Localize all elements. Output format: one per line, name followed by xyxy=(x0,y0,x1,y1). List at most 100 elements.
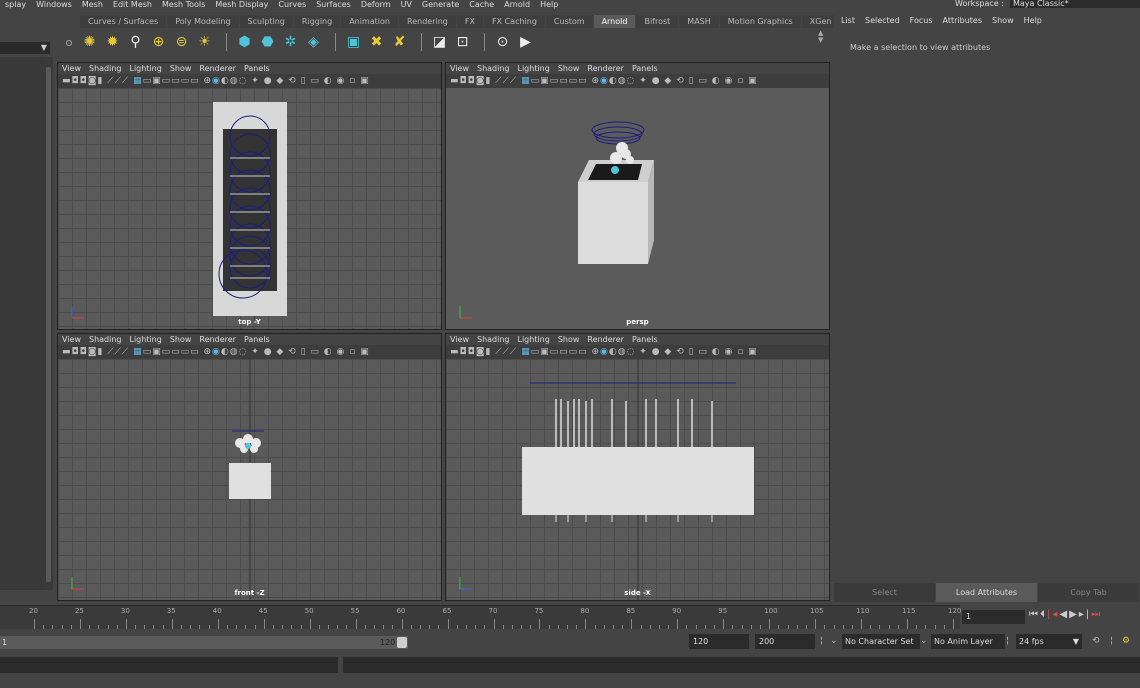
viewport-menu-item[interactable]: Renderer xyxy=(195,63,240,74)
viewport-menu-item[interactable]: Renderer xyxy=(583,334,628,345)
viewport-top[interactable]: View Shading Lighting Show Renderer Panels ▬◘… xyxy=(57,62,442,330)
shelf-tab[interactable]: Custom xyxy=(545,15,593,28)
viewport-toolbar[interactable]: ▬◘◘◙▮ ⟋⟋⟋ ▦▭▣▭▭▭▭ ⊕◉◐◍◌ ✦ ● ◆ ⟲ ▯ ▭ ◐ ◉ … xyxy=(446,74,829,88)
viewport-menu-item[interactable]: Lighting xyxy=(125,334,165,345)
fps-select[interactable]: ▼ 24 fps xyxy=(1016,634,1082,649)
attribute-menu-item[interactable]: List xyxy=(836,14,860,27)
viewport-side[interactable]: View Shading Lighting Show Renderer Panels ▬◘… xyxy=(445,333,830,601)
viewport-front[interactable]: View Shading Lighting Show Renderer Panels ▬◘… xyxy=(57,333,442,601)
menu-item[interactable]: Arnold xyxy=(499,1,535,9)
viewport-menu-item[interactable]: View xyxy=(58,63,85,74)
loop-icon[interactable]: ⟲ xyxy=(1092,634,1100,649)
viewport-canvas[interactable]: top -Y xyxy=(58,88,441,329)
attribute-menu-item[interactable]: Show xyxy=(987,14,1019,27)
load-attributes-button[interactable]: Load Attributes xyxy=(936,583,1037,602)
viewport-persp[interactable]: View Shading Lighting Show Renderer Panels ▬◘… xyxy=(445,62,830,330)
left-panel-dropdown[interactable]: ▼ xyxy=(0,42,50,54)
playback-end-field[interactable]: 120 xyxy=(689,634,749,649)
shelf-tab[interactable]: Animation xyxy=(341,15,398,28)
shelf-tab[interactable]: Arnold xyxy=(593,15,636,28)
curves-icon[interactable]: ✲ xyxy=(281,33,300,52)
range-slider[interactable] xyxy=(0,636,408,649)
volume-icon[interactable]: ⬣ xyxy=(258,33,277,52)
viewport-canvas[interactable]: persp xyxy=(446,88,829,329)
license-icon[interactable]: ✘ xyxy=(390,33,409,52)
command-line-input[interactable] xyxy=(0,657,338,673)
viewport-menu-item[interactable]: Panels xyxy=(240,334,274,345)
play-render-icon[interactable]: ▶ xyxy=(516,33,535,52)
viewport-menu-item[interactable]: View xyxy=(446,63,473,74)
attribute-menu-item[interactable]: Help xyxy=(1019,14,1047,27)
viewport-menu-item[interactable]: Shading xyxy=(473,334,514,345)
step-back-key-icon[interactable]: ⏴ xyxy=(1040,609,1047,620)
left-panel-list[interactable] xyxy=(0,57,44,590)
menu-item[interactable]: Cache xyxy=(464,1,499,9)
menu-item[interactable]: Mesh Tools xyxy=(157,1,210,9)
menu-item[interactable]: UV xyxy=(396,1,417,9)
menu-item[interactable]: splay xyxy=(0,1,31,9)
viewport-menu-item[interactable]: Show xyxy=(166,334,196,345)
range-slider-handle[interactable] xyxy=(397,637,407,648)
anim-layer-select[interactable]: No Anim Layer xyxy=(931,634,1005,649)
viewport-menu-item[interactable]: Show xyxy=(554,63,584,74)
time-slider[interactable]: 20 25 30 35 40 45 50 55 60 65 70 75 80 85 90 95 100 105 11… xyxy=(0,605,961,629)
go-to-start-icon[interactable]: ⏮ xyxy=(1029,609,1040,620)
animation-end-field[interactable]: 200 xyxy=(755,634,815,649)
workspace-select[interactable]: Maya Classic* xyxy=(1010,0,1140,8)
range-start-field[interactable]: 1 xyxy=(0,636,60,649)
viewport-toolbar[interactable]: ▬◘◘◙▮ ⟋⟋⟋ ▦▭▣▭▭▭▭ ⊕◉◐◍◌ ✦ ● ◆ ⟲ ▯ ▭ ◐ ◉ … xyxy=(58,74,441,88)
viewport-menu-item[interactable]: Renderer xyxy=(583,63,628,74)
viewport-canvas[interactable]: front -Z xyxy=(58,359,441,600)
viewport-menu-item[interactable]: Panels xyxy=(240,63,274,74)
material-icon[interactable]: ◈ xyxy=(304,33,323,52)
shelf-tab[interactable]: FX xyxy=(456,15,483,28)
viewport-menu-item[interactable]: View xyxy=(58,334,85,345)
shelf-tab[interactable]: Rigging xyxy=(293,15,341,28)
character-set-select[interactable]: No Character Set xyxy=(842,634,920,649)
photometric-light-icon[interactable]: ⊕ xyxy=(149,33,168,52)
menu-item[interactable]: Surfaces xyxy=(311,1,356,9)
play-forwards-icon[interactable]: ▶ xyxy=(1069,609,1079,620)
viewport-menu-item[interactable]: Show xyxy=(554,334,584,345)
viewport-menu-item[interactable]: Shading xyxy=(85,63,126,74)
shelf-tab[interactable]: Poly Modeling xyxy=(167,15,239,28)
select-button[interactable]: Select xyxy=(834,583,935,602)
viewport-menu-item[interactable]: Lighting xyxy=(125,63,165,74)
play-backwards-icon[interactable]: ◀ xyxy=(1059,609,1069,620)
menu-item[interactable]: Help xyxy=(535,1,563,9)
flush-cache-icon[interactable]: ◪ xyxy=(430,33,449,52)
viewport-menu-item[interactable]: Shading xyxy=(473,63,514,74)
viewport-menu-item[interactable]: Shading xyxy=(85,334,126,345)
step-forward-frame-icon[interactable]: ▸| xyxy=(1079,609,1091,620)
viewport-menu-item[interactable]: Panels xyxy=(628,334,662,345)
menu-item[interactable]: Curves xyxy=(273,1,311,9)
menu-item[interactable]: Mesh xyxy=(77,1,108,9)
viewport-menu-item[interactable]: View xyxy=(446,334,473,345)
copy-tab-button[interactable]: Copy Tab xyxy=(1038,583,1139,602)
attribute-menu-item[interactable]: Selected xyxy=(860,14,905,27)
shelf-options-icon[interactable] xyxy=(66,40,72,46)
light-portal-icon[interactable]: ☀ xyxy=(195,33,214,52)
character-set-chevron-icon[interactable]: ⌄ xyxy=(830,634,838,649)
mesh-light-icon[interactable]: ⚲ xyxy=(126,33,145,52)
menu-item[interactable]: Deform xyxy=(356,1,396,9)
shelf-tab[interactable]: Rendering xyxy=(399,15,456,28)
viewport-menu-item[interactable]: Renderer xyxy=(195,334,240,345)
shelf-tab[interactable]: Bifrost xyxy=(636,15,679,28)
current-frame-field[interactable]: 1 xyxy=(962,610,1025,624)
shelf-tab[interactable]: FX Caching xyxy=(483,15,545,28)
render-view-icon[interactable]: ▣ xyxy=(344,33,363,52)
standin-icon[interactable]: ⬢ xyxy=(235,33,254,52)
attribute-menu-item[interactable]: Attributes xyxy=(938,14,988,27)
shelf-tab[interactable]: Sculpting xyxy=(239,15,293,28)
menu-item[interactable]: Windows xyxy=(31,1,77,9)
viewport-menu-item[interactable]: Lighting xyxy=(513,334,553,345)
menu-item[interactable]: Generate xyxy=(417,1,464,9)
shelf-tab[interactable]: Curves / Surfaces xyxy=(80,15,167,28)
preferences-icon[interactable]: ⚙ xyxy=(1122,634,1130,649)
viewport-menu-item[interactable]: Lighting xyxy=(513,63,553,74)
scrollbar-thumb[interactable] xyxy=(46,67,51,582)
physical-sky-icon[interactable]: ⊜ xyxy=(172,33,191,52)
viewport-canvas[interactable]: side -X xyxy=(446,359,829,600)
go-to-end-icon[interactable]: ⏭ xyxy=(1091,609,1102,620)
